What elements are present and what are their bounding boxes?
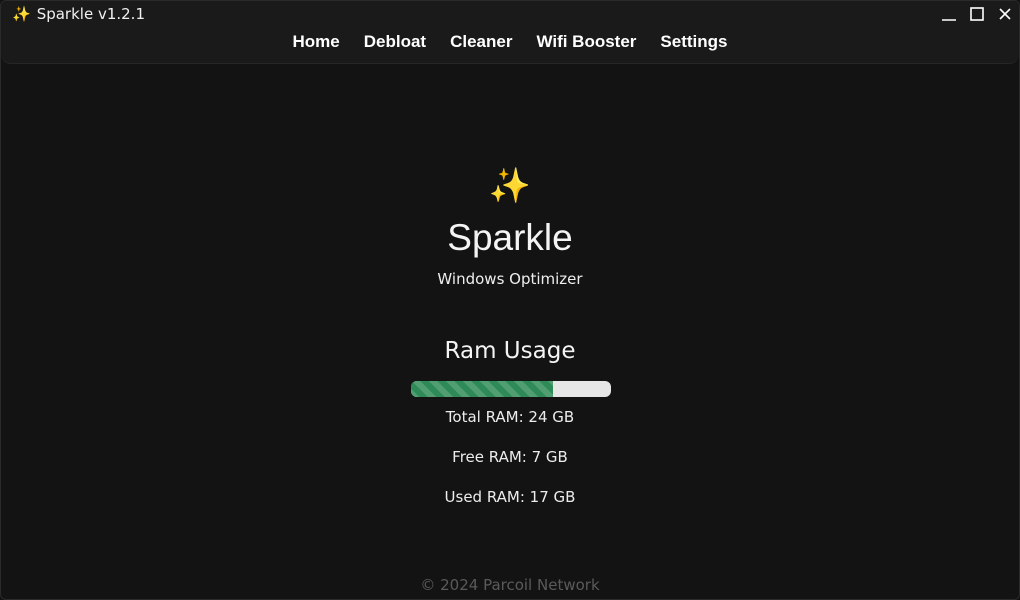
app-subtitle: Windows Optimizer	[437, 270, 583, 288]
nav-cleaner[interactable]: Cleaner	[450, 32, 512, 52]
nav-settings[interactable]: Settings	[660, 32, 727, 52]
nav-debloat[interactable]: Debloat	[364, 32, 426, 52]
window-title-text: Sparkle v1.2.1	[36, 5, 145, 23]
sparkles-logo-icon: ✨	[488, 166, 532, 206]
close-button[interactable]	[991, 1, 1019, 27]
ram-usage-title: Ram Usage	[444, 338, 576, 364]
nav-wifi-booster[interactable]: Wifi Booster	[536, 32, 636, 52]
sparkles-icon: ✨	[12, 5, 31, 23]
ram-usage-bar	[411, 381, 611, 397]
footer-copyright: © 2024 Parcoil Network	[420, 576, 600, 594]
total-ram-text: Total RAM: 24 GB	[445, 408, 575, 426]
free-ram-text: Free RAM: 7 GB	[452, 448, 568, 466]
maximize-button[interactable]	[963, 1, 991, 27]
app-name: Sparkle	[447, 217, 573, 258]
nav-home[interactable]: Home	[293, 32, 340, 52]
window-title: ✨ Sparkle v1.2.1	[12, 5, 145, 23]
main-nav: Home Debloat Cleaner Wifi Booster Settin…	[1, 32, 1019, 52]
maximize-icon	[970, 7, 984, 21]
window-controls	[935, 1, 1019, 27]
close-icon	[999, 8, 1011, 20]
used-ram-text: Used RAM: 17 GB	[444, 488, 576, 506]
minimize-icon	[942, 19, 956, 21]
minimize-button[interactable]	[935, 1, 963, 27]
ram-usage-bar-fill	[411, 381, 553, 397]
title-bar: ✨ Sparkle v1.2.1 Home Debloat Cleaner Wi…	[1, 1, 1019, 64]
app-window: ✨ Sparkle v1.2.1 Home Debloat Cleaner Wi…	[0, 0, 1020, 600]
